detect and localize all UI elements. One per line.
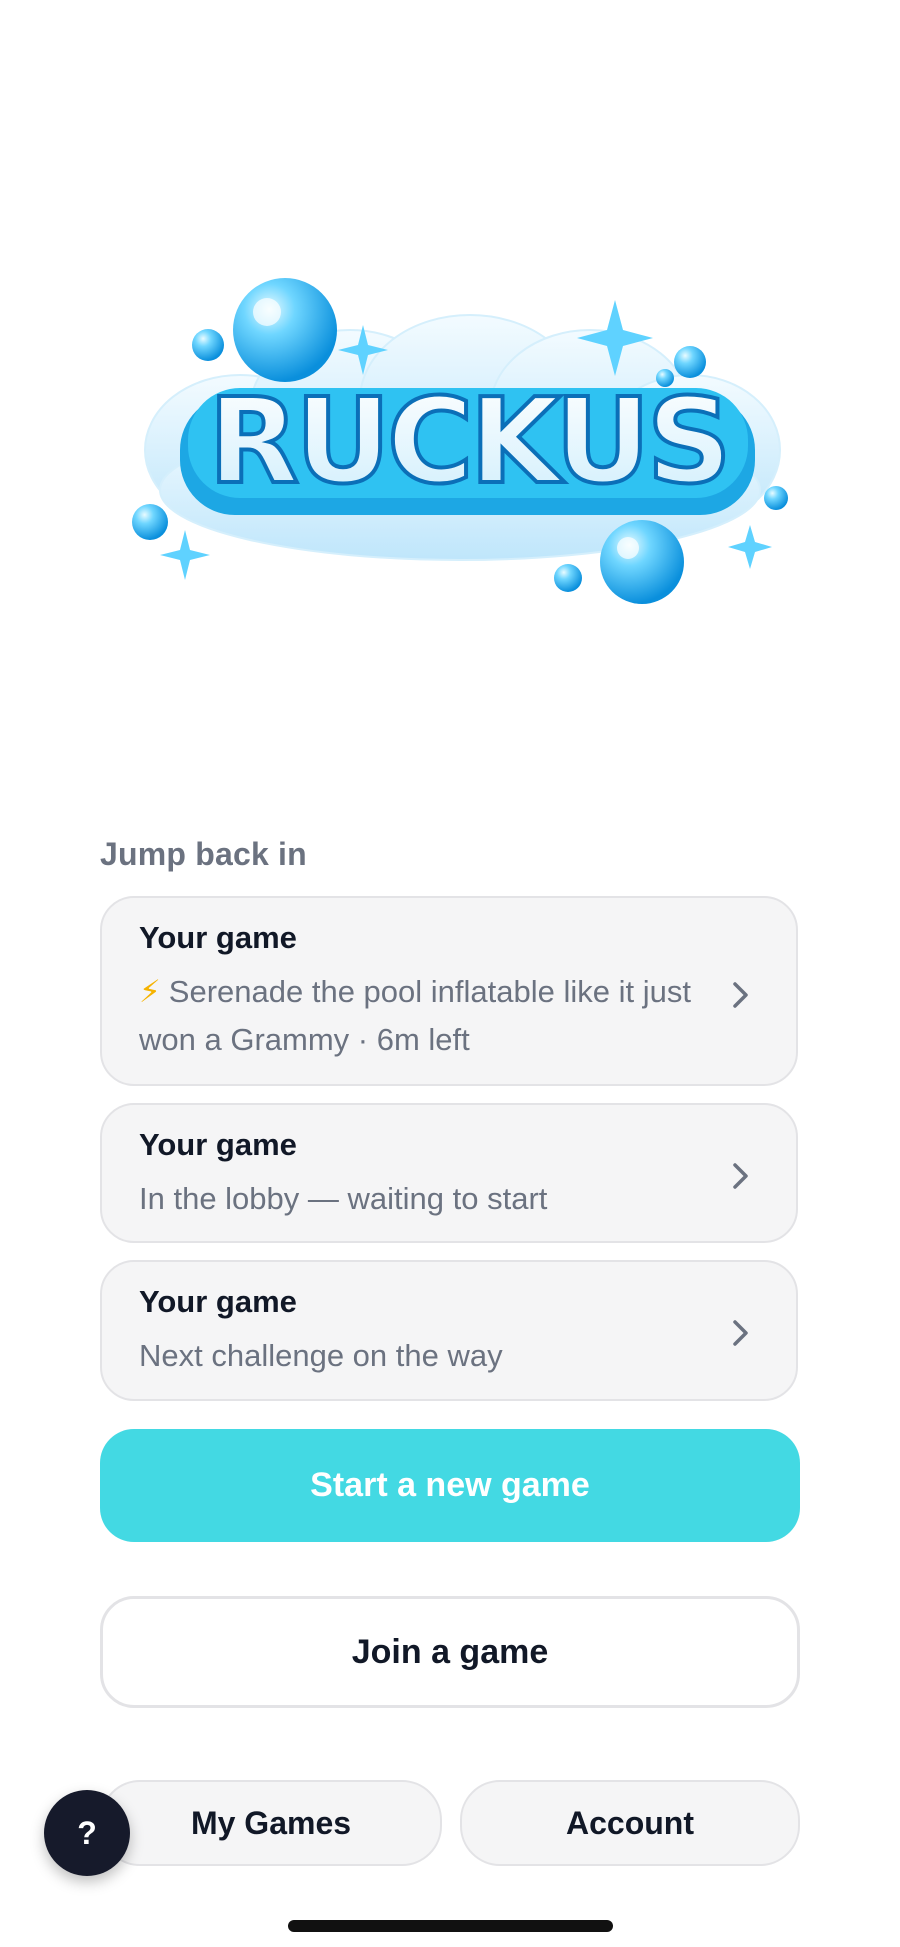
recent-game-card[interactable]: Your game ⚡ Serenade the pool inflatable … <box>100 896 798 1086</box>
card-subtitle: ⚡ Serenade the pool inflatable like it ju… <box>139 968 696 1064</box>
chevron-right-icon <box>733 1320 748 1346</box>
ruckus-logo: RUCKUS <box>120 270 800 610</box>
account-button[interactable]: Account <box>460 1780 800 1866</box>
jump-back-in-heading: Jump back in <box>100 836 307 872</box>
logo-wordmark: RUCKUS <box>208 372 727 510</box>
card-title: Your game <box>139 1284 297 1319</box>
chevron-right-icon <box>733 982 748 1008</box>
home-screen: RUCKUS Jump back in Your game ⚡ Serenade… <box>0 0 900 1947</box>
help-button[interactable]: ? <box>44 1790 130 1876</box>
home-indicator <box>288 1920 613 1932</box>
card-subtitle: Next challenge on the way <box>139 1338 503 1373</box>
recent-game-card[interactable]: Your game In the lobby — waiting to star… <box>100 1103 798 1243</box>
card-title: Your game <box>139 1127 297 1162</box>
start-new-game-button[interactable]: Start a new game <box>100 1429 800 1542</box>
join-game-button[interactable]: Join a game <box>100 1596 800 1708</box>
my-games-button[interactable]: My Games <box>100 1780 442 1866</box>
card-subtitle: In the lobby — waiting to start <box>139 1181 548 1216</box>
card-title: Your game <box>139 920 297 955</box>
lightning-bolt-icon: ⚡ <box>139 974 161 1009</box>
challenge-text: Serenade the pool inflatable like it jus… <box>139 974 691 1057</box>
chevron-right-icon <box>733 1163 748 1189</box>
recent-game-card[interactable]: Your game Next challenge on the way <box>100 1260 798 1401</box>
